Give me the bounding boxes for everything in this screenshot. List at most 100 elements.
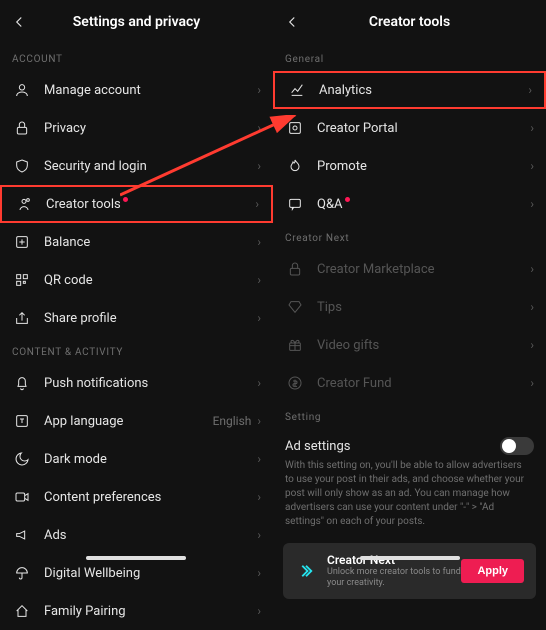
umbrella-icon — [12, 563, 32, 583]
item-creator-tools[interactable]: Creator tools › — [0, 185, 273, 223]
chevron-right-icon: › — [257, 452, 261, 466]
creator-tools-header: Creator tools — [273, 0, 546, 44]
item-creator-marketplace[interactable]: Creator Marketplace › — [273, 250, 546, 288]
home-indicator — [86, 556, 186, 560]
item-push-notifications[interactable]: Push notifications › — [0, 364, 273, 402]
item-app-language[interactable]: App language English › — [0, 402, 273, 440]
chevron-right-icon: › — [257, 490, 261, 504]
page-title: Settings and privacy — [10, 14, 263, 30]
home-icon — [12, 601, 32, 621]
double-chevron-icon — [295, 560, 317, 582]
row-label: QR code — [44, 273, 257, 288]
chevron-right-icon: › — [257, 528, 261, 542]
row-label: Share profile — [44, 311, 257, 326]
chevron-right-icon: › — [530, 338, 534, 352]
item-ads[interactable]: Ads › — [0, 516, 273, 554]
row-label: Ads — [44, 528, 257, 543]
chevron-right-icon: › — [530, 159, 534, 173]
user-icon — [12, 80, 32, 100]
share-icon — [12, 308, 32, 328]
item-dark-mode[interactable]: Dark mode › — [0, 440, 273, 478]
section-general: General — [273, 44, 546, 71]
row-label: Creator tools — [46, 197, 255, 212]
balance-icon — [12, 232, 32, 252]
chevron-right-icon: › — [257, 235, 261, 249]
item-balance[interactable]: Balance › — [0, 223, 273, 261]
section-creator-next: Creator Next — [273, 223, 546, 250]
chevron-right-icon: › — [257, 604, 261, 618]
item-tips[interactable]: Tips › — [273, 288, 546, 326]
chat-icon — [285, 194, 305, 214]
section-content-activity: CONTENT & ACTIVITY — [0, 337, 273, 364]
item-content-preferences[interactable]: Content preferences › — [0, 478, 273, 516]
toggle-knob — [502, 439, 516, 453]
flame-icon — [285, 156, 305, 176]
item-family-pairing[interactable]: Family Pairing › — [0, 592, 273, 630]
row-label: Creator Portal — [317, 121, 530, 136]
item-share-profile[interactable]: Share profile › — [0, 299, 273, 337]
row-label: Tips — [317, 300, 530, 315]
item-privacy[interactable]: Privacy › — [0, 109, 273, 147]
chevron-right-icon: › — [257, 414, 261, 428]
row-label: Video gifts — [317, 338, 530, 353]
language-icon — [12, 411, 32, 431]
chevron-right-icon: › — [530, 376, 534, 390]
row-label: Digital Wellbeing — [44, 566, 257, 581]
dollar-icon — [285, 373, 305, 393]
chevron-right-icon: › — [530, 262, 534, 276]
chevron-right-icon: › — [530, 121, 534, 135]
row-label: Manage account — [44, 83, 257, 98]
row-label: Promote — [317, 159, 530, 174]
chevron-right-icon: › — [257, 121, 261, 135]
row-label: Creator Fund — [317, 376, 530, 391]
ad-settings-block: Ad settings With this setting on, you'll… — [273, 429, 546, 529]
creator-tools-icon — [14, 194, 34, 214]
diamond-icon — [285, 297, 305, 317]
card-subtitle: Unlock more creator tools to fund your c… — [327, 567, 461, 589]
video-icon — [12, 487, 32, 507]
item-creator-portal[interactable]: Creator Portal › — [273, 109, 546, 147]
chevron-right-icon: › — [255, 197, 259, 211]
lock-icon — [12, 118, 32, 138]
row-label: Analytics — [319, 83, 528, 98]
creator-next-card: Creator Next Unlock more creator tools t… — [283, 543, 536, 599]
item-analytics[interactable]: Analytics › — [273, 71, 546, 109]
notification-dot — [123, 197, 128, 202]
settings-header: Settings and privacy — [0, 0, 273, 44]
item-security[interactable]: Security and login › — [0, 147, 273, 185]
apply-button[interactable]: Apply — [461, 559, 524, 583]
megaphone-icon — [12, 525, 32, 545]
moon-icon — [12, 449, 32, 469]
row-value: English — [213, 414, 252, 428]
item-qr-code[interactable]: QR code › — [0, 261, 273, 299]
analytics-icon — [287, 80, 307, 100]
row-label: Dark mode — [44, 452, 257, 467]
row-label: Q&A — [317, 197, 530, 212]
row-label: App language — [44, 414, 213, 429]
row-label: Content preferences — [44, 490, 257, 505]
chevron-right-icon: › — [530, 300, 534, 314]
chevron-right-icon: › — [257, 273, 261, 287]
row-label: Push notifications — [44, 376, 257, 391]
chevron-right-icon: › — [528, 83, 532, 97]
shield-icon — [12, 156, 32, 176]
row-label: Security and login — [44, 159, 257, 174]
item-creator-fund[interactable]: Creator Fund › — [273, 364, 546, 402]
row-label: Family Pairing — [44, 604, 257, 619]
chevron-right-icon: › — [257, 83, 261, 97]
item-promote[interactable]: Promote › — [273, 147, 546, 185]
page-title: Creator tools — [283, 14, 536, 30]
row-label: Creator Marketplace — [317, 262, 530, 277]
qr-code-icon — [12, 270, 32, 290]
ad-settings-toggle[interactable] — [500, 437, 534, 455]
chevron-right-icon: › — [257, 159, 261, 173]
gift-icon — [285, 335, 305, 355]
item-video-gifts[interactable]: Video gifts › — [273, 326, 546, 364]
lock-icon — [285, 259, 305, 279]
ad-settings-title: Ad settings — [285, 439, 351, 454]
row-label: Balance — [44, 235, 257, 250]
row-label: Privacy — [44, 121, 257, 136]
item-manage-account[interactable]: Manage account › — [0, 71, 273, 109]
section-account: ACCOUNT — [0, 44, 273, 71]
item-qa[interactable]: Q&A › — [273, 185, 546, 223]
